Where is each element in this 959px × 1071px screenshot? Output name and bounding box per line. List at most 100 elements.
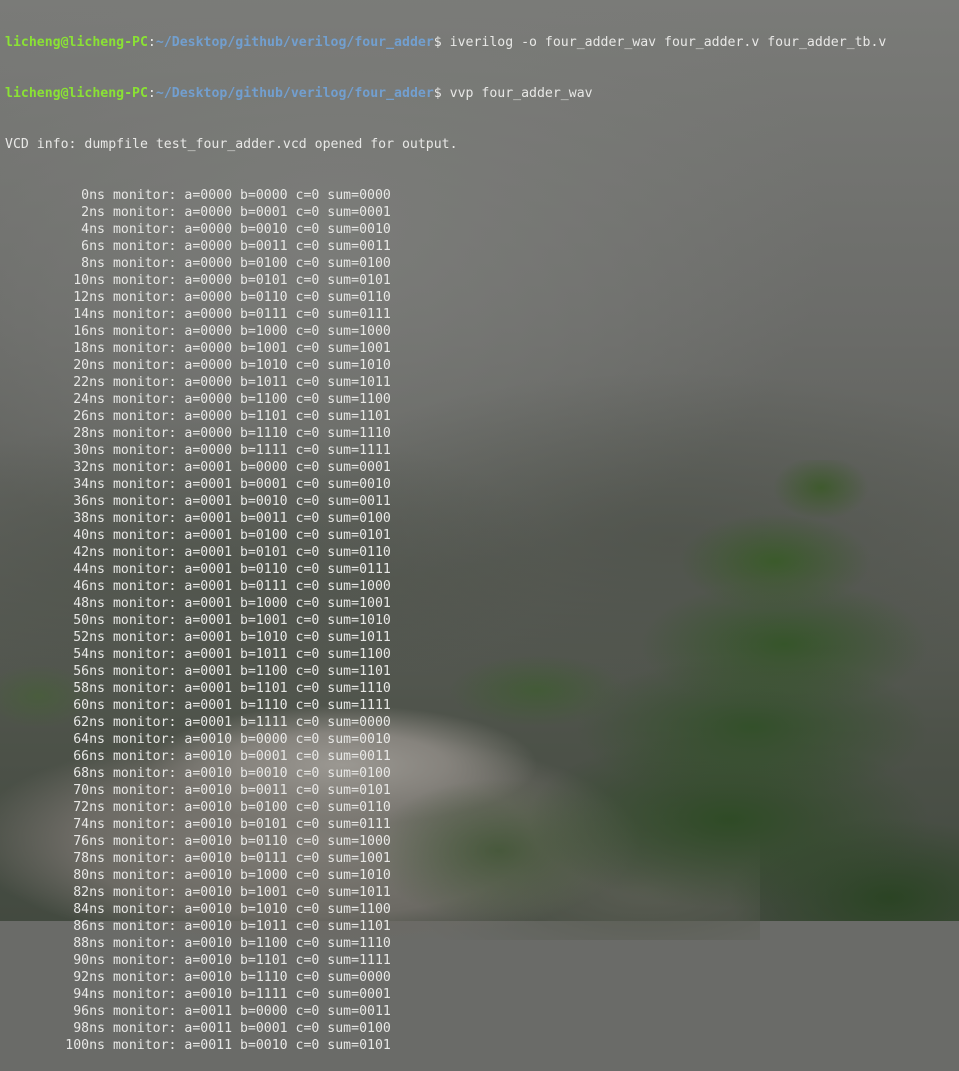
monitor-time: 36ns: [73, 494, 105, 509]
monitor-time: 58ns: [73, 681, 105, 696]
monitor-time: 14ns: [73, 307, 105, 322]
monitor-text: monitor: a=0001 b=1100 c=0 sum=1101: [105, 664, 391, 679]
prompt-user-host: licheng@licheng-PC: [5, 86, 148, 101]
monitor-line: 12ns monitor: a=0000 b=0110 c=0 sum=0110: [5, 289, 959, 306]
monitor-text: monitor: a=0001 b=0000 c=0 sum=0001: [105, 460, 391, 475]
monitor-line: 42ns monitor: a=0001 b=0101 c=0 sum=0110: [5, 544, 959, 561]
monitor-line: 92ns monitor: a=0010 b=1110 c=0 sum=0000: [5, 969, 959, 986]
monitor-text: monitor: a=0010 b=0001 c=0 sum=0011: [105, 749, 391, 764]
monitor-time: 44ns: [73, 562, 105, 577]
prompt-line-1: licheng@licheng-PC:~/Desktop/github/veri…: [5, 34, 959, 51]
monitor-text: monitor: a=0011 b=0001 c=0 sum=0100: [105, 1021, 391, 1036]
monitor-line: 48ns monitor: a=0001 b=1000 c=0 sum=1001: [5, 595, 959, 612]
monitor-time: 90ns: [73, 953, 105, 968]
monitor-line: 60ns monitor: a=0001 b=1110 c=0 sum=1111: [5, 697, 959, 714]
monitor-line: 58ns monitor: a=0001 b=1101 c=0 sum=1110: [5, 680, 959, 697]
monitor-text: monitor: a=0001 b=1111 c=0 sum=0000: [105, 715, 391, 730]
monitor-time: 68ns: [73, 766, 105, 781]
monitor-time: 24ns: [73, 392, 105, 407]
monitor-line: 84ns monitor: a=0010 b=1010 c=0 sum=1100: [5, 901, 959, 918]
prompt-symbol: $: [433, 86, 450, 101]
monitor-line: 4ns monitor: a=0000 b=0010 c=0 sum=0010: [5, 221, 959, 238]
monitor-time: 82ns: [73, 885, 105, 900]
monitor-line: 90ns monitor: a=0010 b=1101 c=0 sum=1111: [5, 952, 959, 969]
monitor-line: 26ns monitor: a=0000 b=1101 c=0 sum=1101: [5, 408, 959, 425]
monitor-line: 74ns monitor: a=0010 b=0101 c=0 sum=0111: [5, 816, 959, 833]
monitor-line: 80ns monitor: a=0010 b=1000 c=0 sum=1010: [5, 867, 959, 884]
monitor-text: monitor: a=0010 b=1101 c=0 sum=1111: [105, 953, 391, 968]
monitor-text: monitor: a=0000 b=0101 c=0 sum=0101: [105, 273, 391, 288]
monitor-time: 22ns: [73, 375, 105, 390]
monitor-text: monitor: a=0011 b=0000 c=0 sum=0011: [105, 1004, 391, 1019]
monitor-text: monitor: a=0000 b=0011 c=0 sum=0011: [105, 239, 391, 254]
monitor-text: monitor: a=0001 b=0010 c=0 sum=0011: [105, 494, 391, 509]
monitor-time: 0ns: [81, 188, 105, 203]
monitor-time: 2ns: [81, 205, 105, 220]
monitor-text: monitor: a=0001 b=1001 c=0 sum=1010: [105, 613, 391, 628]
monitor-time: 66ns: [73, 749, 105, 764]
monitor-line: 14ns monitor: a=0000 b=0111 c=0 sum=0111: [5, 306, 959, 323]
monitor-text: monitor: a=0000 b=1110 c=0 sum=1110: [105, 426, 391, 441]
monitor-line: 56ns monitor: a=0001 b=1100 c=0 sum=1101: [5, 663, 959, 680]
monitor-line: 94ns monitor: a=0010 b=1111 c=0 sum=0001: [5, 986, 959, 1003]
command-text: iverilog -o four_adder_wav four_adder.v …: [449, 35, 887, 50]
monitor-time: 80ns: [73, 868, 105, 883]
monitor-time: 60ns: [73, 698, 105, 713]
monitor-text: monitor: a=0010 b=1011 c=0 sum=1101: [105, 919, 391, 934]
monitor-output: 0ns monitor: a=0000 b=0000 c=0 sum=0000 2…: [5, 187, 959, 1054]
monitor-text: monitor: a=0000 b=0100 c=0 sum=0100: [105, 256, 391, 271]
monitor-time: 54ns: [73, 647, 105, 662]
vcd-info-line: VCD info: dumpfile test_four_adder.vcd o…: [5, 137, 458, 152]
monitor-line: 38ns monitor: a=0001 b=0011 c=0 sum=0100: [5, 510, 959, 527]
monitor-text: monitor: a=0000 b=1100 c=0 sum=1100: [105, 392, 391, 407]
monitor-line: 44ns monitor: a=0001 b=0110 c=0 sum=0111: [5, 561, 959, 578]
monitor-line: 70ns monitor: a=0010 b=0011 c=0 sum=0101: [5, 782, 959, 799]
monitor-line: 64ns monitor: a=0010 b=0000 c=0 sum=0010: [5, 731, 959, 748]
monitor-text: monitor: a=0001 b=1011 c=0 sum=1100: [105, 647, 391, 662]
monitor-time: 32ns: [73, 460, 105, 475]
monitor-time: 78ns: [73, 851, 105, 866]
terminal-output[interactable]: licheng@licheng-PC:~/Desktop/github/veri…: [0, 0, 959, 1053]
monitor-time: 84ns: [73, 902, 105, 917]
monitor-line: 6ns monitor: a=0000 b=0011 c=0 sum=0011: [5, 238, 959, 255]
monitor-time: 6ns: [81, 239, 105, 254]
monitor-line: 96ns monitor: a=0011 b=0000 c=0 sum=0011: [5, 1003, 959, 1020]
monitor-time: 94ns: [73, 987, 105, 1002]
prompt-path: ~/Desktop/github/verilog/four_adder: [155, 35, 434, 50]
monitor-text: monitor: a=0001 b=1101 c=0 sum=1110: [105, 681, 391, 696]
monitor-time: 18ns: [73, 341, 105, 356]
monitor-time: 50ns: [73, 613, 105, 628]
monitor-text: monitor: a=0011 b=0010 c=0 sum=0101: [105, 1038, 391, 1053]
monitor-line: 50ns monitor: a=0001 b=1001 c=0 sum=1010: [5, 612, 959, 629]
monitor-text: monitor: a=0001 b=1110 c=0 sum=1111: [105, 698, 391, 713]
monitor-time: 46ns: [73, 579, 105, 594]
monitor-line: 10ns monitor: a=0000 b=0101 c=0 sum=0101: [5, 272, 959, 289]
command-text: vvp four_adder_wav: [449, 86, 593, 101]
monitor-line: 40ns monitor: a=0001 b=0100 c=0 sum=0101: [5, 527, 959, 544]
monitor-text: monitor: a=0000 b=0110 c=0 sum=0110: [105, 290, 391, 305]
monitor-time: 12ns: [73, 290, 105, 305]
monitor-time: 10ns: [73, 273, 105, 288]
monitor-line: 8ns monitor: a=0000 b=0100 c=0 sum=0100: [5, 255, 959, 272]
monitor-text: monitor: a=0010 b=0111 c=0 sum=1001: [105, 851, 391, 866]
monitor-line: 62ns monitor: a=0001 b=1111 c=0 sum=0000: [5, 714, 959, 731]
monitor-line: 20ns monitor: a=0000 b=1010 c=0 sum=1010: [5, 357, 959, 374]
monitor-text: monitor: a=0000 b=1111 c=0 sum=1111: [105, 443, 391, 458]
prompt-line-2: licheng@licheng-PC:~/Desktop/github/veri…: [5, 85, 959, 102]
monitor-line: 30ns monitor: a=0000 b=1111 c=0 sum=1111: [5, 442, 959, 459]
monitor-time: 4ns: [81, 222, 105, 237]
monitor-time: 40ns: [73, 528, 105, 543]
monitor-time: 64ns: [73, 732, 105, 747]
monitor-time: 88ns: [73, 936, 105, 951]
monitor-text: monitor: a=0001 b=0011 c=0 sum=0100: [105, 511, 391, 526]
monitor-line: 34ns monitor: a=0001 b=0001 c=0 sum=0010: [5, 476, 959, 493]
monitor-time: 62ns: [73, 715, 105, 730]
monitor-line: 18ns monitor: a=0000 b=1001 c=0 sum=1001: [5, 340, 959, 357]
monitor-line: 72ns monitor: a=0010 b=0100 c=0 sum=0110: [5, 799, 959, 816]
monitor-text: monitor: a=0010 b=1000 c=0 sum=1010: [105, 868, 391, 883]
monitor-time: 74ns: [73, 817, 105, 832]
monitor-line: 54ns monitor: a=0001 b=1011 c=0 sum=1100: [5, 646, 959, 663]
monitor-time: 92ns: [73, 970, 105, 985]
monitor-text: monitor: a=0001 b=1000 c=0 sum=1001: [105, 596, 391, 611]
monitor-line: 98ns monitor: a=0011 b=0001 c=0 sum=0100: [5, 1020, 959, 1037]
